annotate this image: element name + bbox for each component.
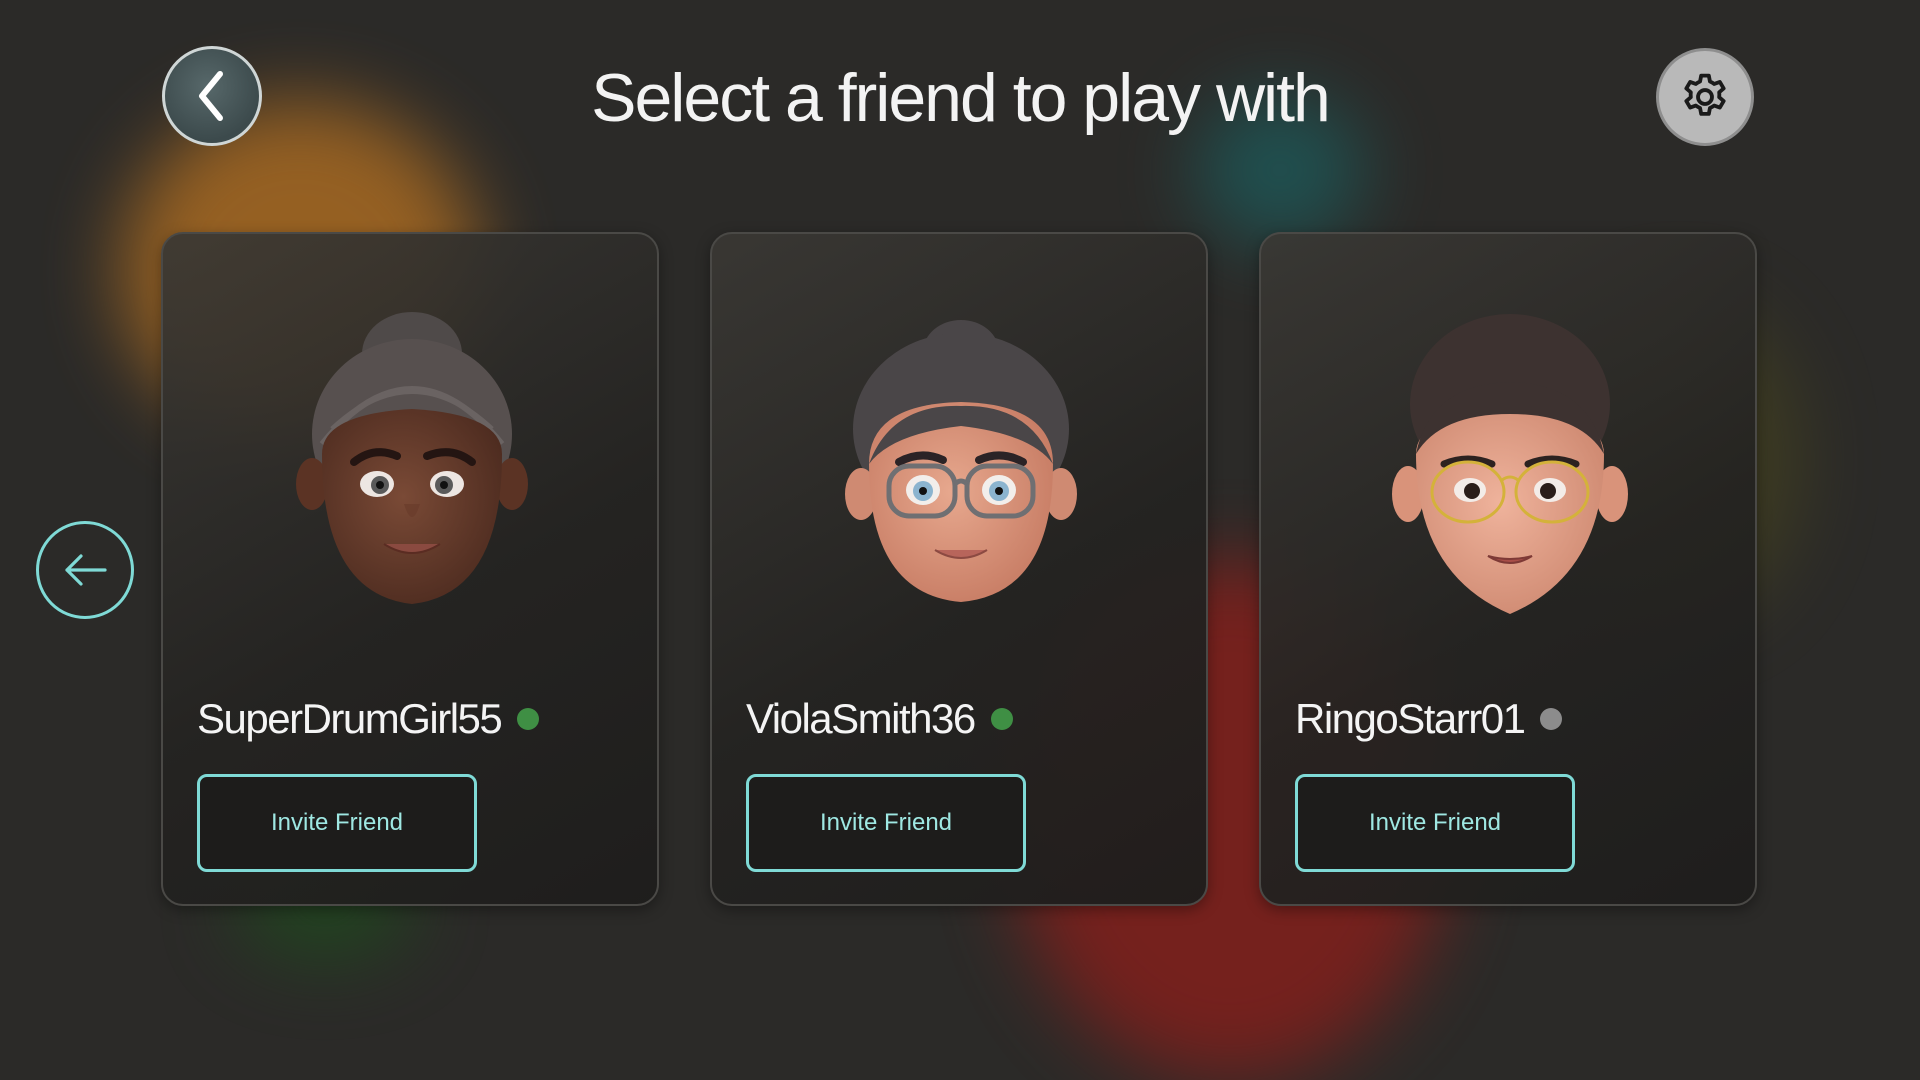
offline-status-dot [1540,708,1563,730]
invite-friend-button[interactable]: Invite Friend [1295,774,1575,872]
gear-icon [1684,73,1726,116]
settings-button[interactable] [1656,48,1754,146]
online-status-dot [990,708,1013,730]
invite-friend-button[interactable]: Invite Friend [197,774,477,872]
username-row: SuperDrumGirl55 [197,694,540,744]
username: RingoStarr01 [1295,695,1526,742]
chevron-left-icon [199,71,223,121]
username: SuperDrumGirl55 [197,695,503,742]
username-row: RingoStarr01 [1295,694,1563,744]
avatar-image [845,320,1077,602]
friend-card: ViolaSmith36 Invite Friend [710,232,1208,906]
avatar-image [1392,314,1628,614]
username: ViolaSmith36 [746,695,976,742]
arrow-left-icon [65,554,107,586]
back-button[interactable] [162,46,262,146]
online-status-dot [517,708,540,730]
friend-card: SuperDrumGirl55 Invite Friend [161,232,659,906]
avatar-image [296,312,528,604]
invite-friend-button[interactable]: Invite Friend [746,774,1026,872]
carousel-prev-button[interactable] [36,521,134,619]
friend-card: RingoStarr01 Invite Friend [1259,232,1757,906]
username-row: ViolaSmith36 [746,694,1013,744]
page-title: Select a friend to play with [591,60,1331,136]
